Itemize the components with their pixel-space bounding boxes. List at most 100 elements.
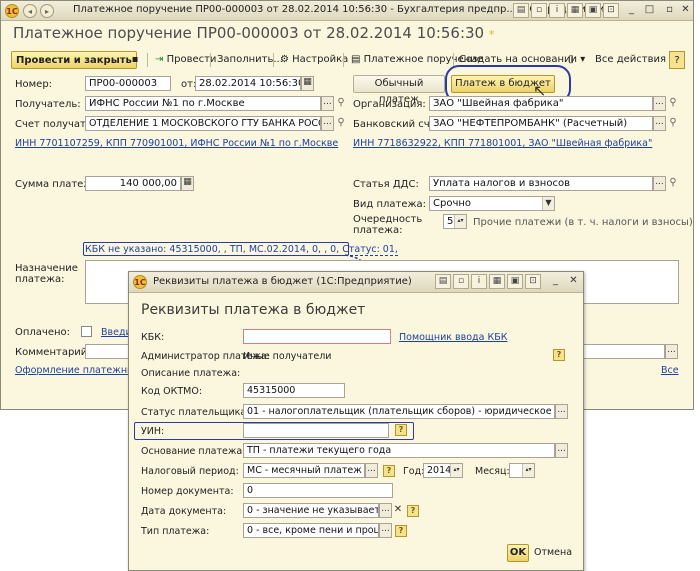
question-icon[interactable]: ?: [383, 465, 395, 477]
recipient-inn-link[interactable]: ИНН 7701107259, КПП 770901001, ИФНС Росс…: [15, 138, 338, 149]
payment-type-label: Вид платежа:: [353, 199, 426, 210]
oktmo-label: Код ОКТМО:: [141, 386, 203, 397]
kbk-label: КБК:: [141, 332, 165, 343]
paid-label: Оплачено:: [15, 327, 71, 338]
save-icon[interactable]: ▪: [127, 51, 143, 69]
print-icon[interactable]: ⊡: [603, 3, 619, 18]
organization-label: Организация:: [353, 99, 426, 110]
calc-icon[interactable]: ▦: [489, 274, 505, 289]
calculator-icon[interactable]: ▦: [181, 176, 194, 191]
status-input[interactable]: 01 - налогоплательщик (плательщик сборов…: [243, 404, 555, 419]
modified-star: *: [488, 28, 495, 41]
paytype-input[interactable]: 0 - все, кроме пени и процентов: [243, 523, 379, 538]
paid-checkbox[interactable]: [81, 326, 92, 337]
help-icon[interactable]: ?: [669, 51, 685, 69]
paytype-select-button[interactable]: ...: [379, 523, 392, 538]
all-actions-button[interactable]: Все действия ▾: [591, 51, 678, 69]
chevron-down-icon: ▾: [580, 54, 586, 65]
gear-icon: ⚙: [280, 54, 289, 65]
payment-type-select[interactable]: Срочно: [429, 196, 555, 211]
back-icon[interactable]: ◂: [23, 4, 37, 18]
uin-input[interactable]: [243, 423, 389, 438]
clear-icon[interactable]: ✕: [392, 503, 404, 518]
docdate-select-button[interactable]: ...: [379, 503, 392, 518]
number-input[interactable]: ПР00-000003: [85, 76, 171, 91]
organization-inn-link[interactable]: ИНН 7718632922, КПП 771801001, ЗАО "Швей…: [353, 138, 652, 149]
close-icon[interactable]: ✕: [677, 3, 693, 18]
docnum-input[interactable]: 0: [243, 483, 393, 498]
post-label: Провести: [166, 54, 217, 65]
recipient-select-button[interactable]: ...: [321, 96, 334, 111]
minimize-icon[interactable]: _: [547, 274, 564, 289]
recipient-account-input[interactable]: ОТДЕЛЕНИЕ 1 МОСКОВСКОГО ГТУ БАНКА РОССИИ…: [85, 116, 321, 131]
close-icon[interactable]: ✕: [565, 274, 582, 289]
recipient-account-select-button[interactable]: ...: [321, 116, 334, 131]
regular-payment-button[interactable]: Обычный платеж: [353, 75, 445, 105]
calendar-icon[interactable]: ▣: [507, 274, 523, 289]
question-icon[interactable]: ?: [395, 424, 407, 436]
question-icon[interactable]: ?: [407, 505, 419, 517]
calendar-icon[interactable]: ▦: [301, 76, 314, 91]
admin-value: Иные получатели: [243, 351, 332, 362]
comment-expand-button[interactable]: ...: [665, 344, 678, 359]
all-link[interactable]: Все: [661, 365, 679, 376]
search-icon[interactable]: ⚲: [335, 96, 347, 111]
search-icon[interactable]: ⚲: [667, 176, 679, 191]
help-doc-icon[interactable]: ▯: [563, 51, 579, 69]
search-icon[interactable]: ⚲: [667, 116, 679, 131]
stepper-icon[interactable]: ▴▾: [450, 464, 462, 477]
paytype-label: Тип платежа:: [141, 526, 210, 537]
search-icon[interactable]: ⚲: [667, 96, 679, 111]
oktmo-input[interactable]: 45315000: [243, 383, 345, 398]
restore-icon[interactable]: ▫: [661, 3, 678, 18]
info-icon[interactable]: i: [471, 274, 487, 289]
organization-input[interactable]: ЗАО "Швейная фабрика": [429, 96, 653, 111]
calendar-icon[interactable]: ▣: [585, 3, 601, 18]
status-select-button[interactable]: ...: [555, 404, 568, 419]
search-icon[interactable]: ⚲: [335, 116, 347, 131]
settings-button[interactable]: ⚙ Настройка: [276, 51, 352, 69]
basis-select-button[interactable]: ...: [555, 443, 568, 458]
post-and-close-button[interactable]: Провести и закрыть: [11, 51, 137, 69]
info-icon[interactable]: i: [549, 3, 565, 18]
period-input[interactable]: МС - месячный платеж: [243, 463, 365, 478]
organization-select-button[interactable]: ...: [653, 96, 666, 111]
period-select-button[interactable]: ...: [365, 463, 378, 478]
docdate-input[interactable]: 0 - значение не указывается: [243, 503, 379, 518]
chevron-down-icon[interactable]: ▼: [542, 197, 554, 210]
question-icon[interactable]: ?: [395, 525, 407, 537]
minimize-icon[interactable]: _: [623, 3, 640, 18]
amount-input[interactable]: 140 000,00: [85, 176, 181, 191]
clipboard-icon[interactable]: ▤: [513, 3, 529, 18]
maximize-icon[interactable]: □: [641, 3, 658, 18]
recipient-label: Получатель:: [15, 99, 81, 110]
save-icon[interactable]: ▫: [531, 3, 547, 18]
dds-input[interactable]: Уплата налогов и взносов: [429, 176, 653, 191]
save-icon[interactable]: ▫: [453, 274, 469, 289]
1c-logo-icon[interactable]: 1С: [133, 275, 147, 289]
post-icon: ⇥: [155, 54, 164, 65]
kbk-input[interactable]: [243, 329, 391, 344]
dds-select-button[interactable]: ...: [653, 176, 666, 191]
kbk-helper-link[interactable]: Помощник ввода КБК: [399, 332, 507, 343]
question-icon[interactable]: ?: [553, 349, 565, 361]
basis-input[interactable]: ТП - платежи текущего года: [243, 443, 555, 458]
date-input[interactable]: 28.02.2014 10:56:30: [195, 76, 301, 91]
document-icon: ▤: [351, 54, 361, 65]
bank-account-select-button[interactable]: ...: [653, 116, 666, 131]
calc-icon[interactable]: ▦: [567, 3, 583, 18]
recipient-input[interactable]: ИФНС России №1 по г.Москве: [85, 96, 321, 111]
clipboard-icon[interactable]: ▤: [435, 274, 451, 289]
priority-label: Очередность: [353, 214, 423, 225]
forward-icon[interactable]: ▸: [40, 4, 54, 18]
ok-button[interactable]: OK: [507, 544, 529, 562]
stepper-icon[interactable]: ▴▾: [454, 215, 466, 228]
bank-account-input[interactable]: ЗАО "НЕФТЕПРОМБАНК" (Расчетный): [429, 116, 653, 131]
month-label: Месяц:: [475, 466, 510, 477]
print-icon[interactable]: ⊡: [525, 274, 541, 289]
1c-logo-icon[interactable]: 1С: [5, 4, 19, 18]
basis-label: Основание платежа:: [141, 446, 246, 457]
docdate-label: Дата документа:: [141, 506, 227, 517]
stepper-icon[interactable]: ▴▾: [522, 464, 534, 477]
cancel-button[interactable]: Отмена: [534, 547, 572, 558]
